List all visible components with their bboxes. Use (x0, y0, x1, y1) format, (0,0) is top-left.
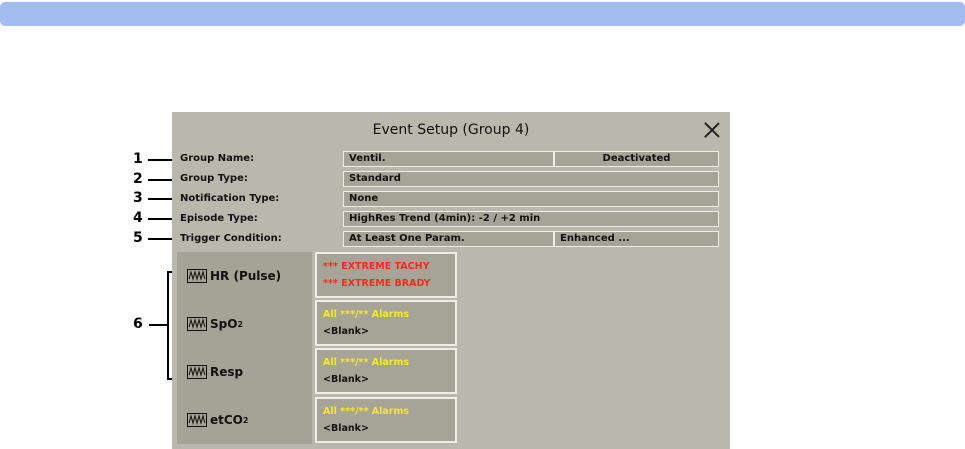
callout-4: 4 (133, 210, 143, 226)
wave-icon (187, 365, 207, 379)
wave-icon (187, 317, 207, 331)
callout-5: 5 (133, 230, 143, 246)
dialog-title-bar: Event Setup (Group 4) (172, 112, 730, 150)
param-label: SpO (210, 317, 238, 331)
alarm-box-spo2[interactable]: All ***/** Alarms <Blank> (315, 300, 457, 346)
notification-type-label: Notification Type: (180, 193, 280, 204)
dialog-title: Event Setup (Group 4) (372, 122, 530, 138)
callout-1-line (148, 159, 174, 161)
alarm-line: All ***/** Alarms (323, 406, 410, 417)
event-setup-dialog: Event Setup (Group 4) Group Name: Ventil… (172, 112, 730, 449)
group-type-row: Group Type: Standard (172, 171, 730, 188)
group-type-field[interactable]: Standard (343, 171, 719, 187)
episode-type-field[interactable]: HighRes Trend (4min): -2 / +2 min (343, 211, 719, 227)
alarm-box-hr[interactable]: *** EXTREME TACHY *** EXTREME BRADY (315, 252, 457, 298)
callout-2-line (148, 179, 174, 181)
param-resp[interactable]: Resp (187, 360, 243, 384)
callout-3-line (148, 198, 174, 200)
param-label: etCO (210, 413, 243, 427)
param-spo2[interactable]: SpO 2 (187, 312, 243, 336)
callout-5-line (148, 238, 174, 240)
group-status-field[interactable]: Deactivated (554, 151, 719, 167)
alarm-line: <Blank> (323, 326, 369, 337)
alarm-line: <Blank> (323, 423, 369, 434)
episode-type-label: Episode Type: (180, 213, 258, 224)
callout-3: 3 (133, 190, 143, 206)
alarm-line: *** EXTREME TACHY (323, 261, 430, 272)
param-subscript: 2 (237, 319, 244, 329)
callout-6: 6 (133, 316, 143, 332)
callout-1: 1 (133, 151, 143, 167)
callout-2: 2 (133, 171, 143, 187)
group-type-label: Group Type: (180, 173, 248, 184)
trigger-condition-field[interactable]: At Least One Param. (343, 231, 554, 247)
wave-icon (187, 269, 207, 283)
param-etco2[interactable]: etCO 2 (187, 408, 248, 432)
alarm-box-etco2[interactable]: All ***/** Alarms <Blank> (315, 397, 457, 443)
group-name-row: Group Name: Ventil. Deactivated (172, 151, 730, 168)
param-subscript: 2 (242, 415, 249, 425)
group-name-label: Group Name: (180, 153, 255, 164)
notification-type-row: Notification Type: None (172, 191, 730, 208)
alarm-box-resp[interactable]: All ***/** Alarms <Blank> (315, 348, 457, 394)
trigger-enhanced-button[interactable]: Enhanced ... (554, 231, 719, 247)
alarm-line: <Blank> (323, 374, 369, 385)
trigger-condition-label: Trigger Condition: (180, 233, 282, 244)
callout-6-line (149, 324, 167, 326)
alarm-line: All ***/** Alarms (323, 357, 410, 368)
param-label: Resp (210, 365, 244, 379)
parameter-list: HR (Pulse) SpO 2 Resp etCO 2 (177, 252, 312, 444)
alarm-line: All ***/** Alarms (323, 309, 410, 320)
header-bar (0, 2, 965, 26)
alarm-line: *** EXTREME BRADY (323, 278, 431, 289)
group-name-field[interactable]: Ventil. (343, 151, 554, 167)
param-hr-pulse[interactable]: HR (Pulse) (187, 264, 281, 288)
episode-type-row: Episode Type: HighRes Trend (4min): -2 /… (172, 211, 730, 228)
wave-icon (187, 413, 207, 427)
callout-4-line (148, 218, 174, 220)
trigger-condition-row: Trigger Condition: At Least One Param. E… (172, 231, 730, 248)
notification-type-field[interactable]: None (343, 191, 719, 207)
param-label: HR (Pulse) (210, 269, 282, 283)
close-icon[interactable] (702, 120, 722, 140)
